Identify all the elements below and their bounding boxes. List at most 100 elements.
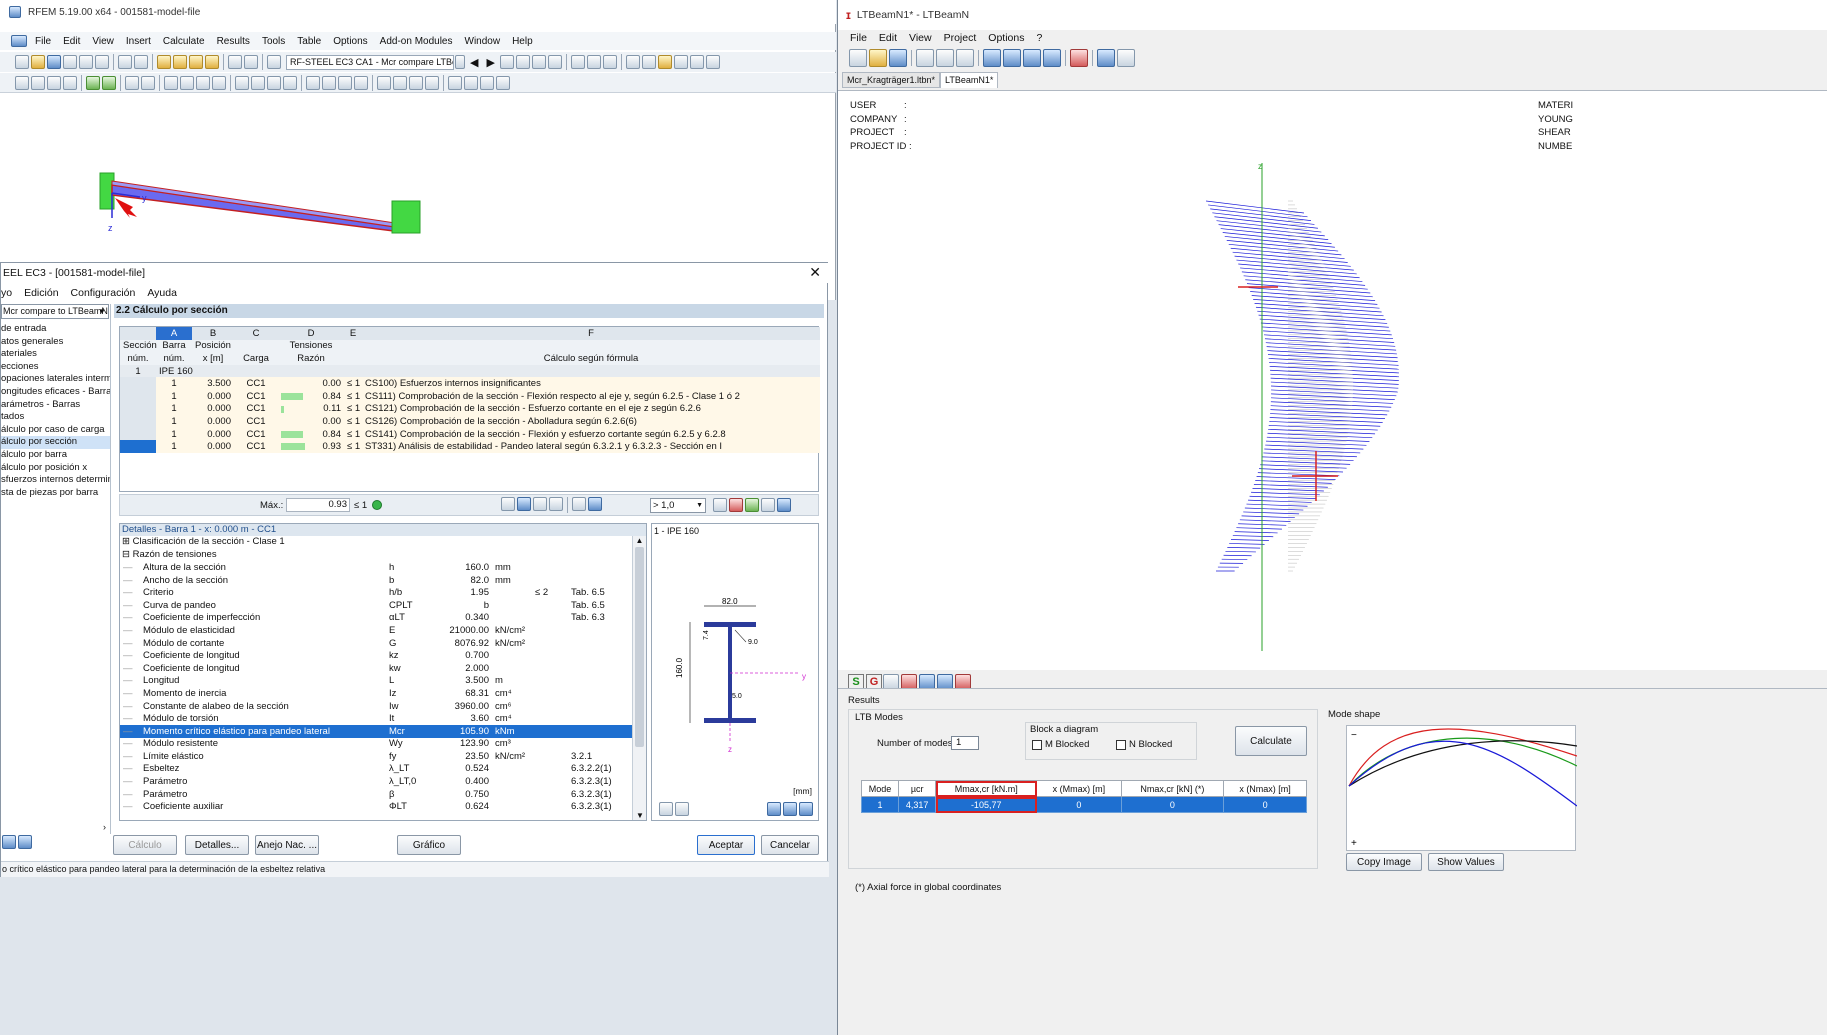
detail-row[interactable]: —Coeficiente auxiliarΦLT0.6246.3.2.3(1) [120, 800, 632, 813]
tab-ltbeamn1[interactable]: LTBeamN1* [940, 72, 998, 88]
dimension-icon[interactable] [783, 802, 797, 816]
detail-row[interactable]: —Coeficiente de longitudkw2.000 [120, 662, 632, 675]
copy-icon[interactable] [95, 55, 109, 69]
excel-icon[interactable] [745, 498, 759, 512]
view-icon-6[interactable] [587, 55, 601, 69]
measure-icon[interactable] [496, 76, 510, 90]
results-icon[interactable] [189, 55, 203, 69]
new-icon[interactable] [15, 55, 29, 69]
table-row[interactable]: 10.000CC10.11≤ 1CS121) Comprobación de l… [120, 403, 820, 416]
ltb-cell[interactable]: 0 [1121, 797, 1224, 813]
prev-icon[interactable]: ◀ [470, 56, 478, 69]
nav-item[interactable]: álculo por caso de carga [1, 424, 110, 437]
view-icon-13[interactable] [706, 55, 720, 69]
solid-icon[interactable] [196, 76, 210, 90]
rfem-menu-edit[interactable]: Edit [63, 36, 80, 47]
filter-icon-1[interactable] [501, 497, 515, 511]
view-icon-5[interactable] [571, 55, 585, 69]
iso-icon[interactable] [425, 76, 439, 90]
grafico-button[interactable]: Gráfico [397, 835, 461, 855]
m-blocked-box[interactable] [1032, 740, 1042, 750]
view-icon-8[interactable] [626, 55, 640, 69]
nav-item[interactable]: ecciones [1, 361, 110, 374]
select-icon[interactable] [761, 498, 775, 512]
search-icon[interactable] [173, 55, 187, 69]
eye-icon[interactable] [777, 498, 791, 512]
ltb-canvas[interactable]: USER : COMPANY : PROJECT : PROJECT ID : … [838, 90, 1827, 670]
ltb-menu-help[interactable]: ? [1036, 32, 1042, 44]
wizard-icon[interactable] [157, 55, 171, 69]
ltb-menu-options[interactable]: Options [988, 32, 1024, 44]
report-icon[interactable] [1117, 49, 1135, 67]
move-icon[interactable] [235, 76, 249, 90]
undo-icon[interactable] [118, 55, 132, 69]
load-case-icon[interactable] [102, 76, 116, 90]
view-icon-12[interactable] [690, 55, 704, 69]
filter-icon-6[interactable] [588, 497, 602, 511]
rfem-menu-insert[interactable]: Insert [126, 36, 151, 47]
line-icon[interactable] [31, 76, 45, 90]
rfem-menu-view[interactable]: View [92, 36, 114, 47]
col-d[interactable]: D [278, 327, 344, 340]
beam-icon[interactable] [983, 49, 1001, 67]
view-x-icon[interactable] [377, 76, 391, 90]
section-view-icon[interactable] [767, 802, 781, 816]
col-f[interactable]: F [362, 327, 820, 340]
ltb-cell[interactable]: 4,317 [899, 797, 936, 813]
detail-row[interactable]: —LongitudL3.500m [120, 675, 632, 688]
table-icon[interactable] [228, 55, 242, 69]
details-button[interactable]: Detalles... [185, 835, 249, 855]
rfem-case-combo[interactable]: RF-STEEL EC3 CA1 - Mcr compare LTBea [286, 55, 454, 70]
nav-item[interactable]: opaciones laterales intermedias [1, 373, 110, 386]
steel-menu-ayuda[interactable]: Ayuda [147, 287, 177, 299]
rfem-menu-file[interactable]: File [35, 36, 51, 47]
new-icon[interactable] [849, 49, 867, 67]
detail-row[interactable]: —Módulo de elasticidadE21000.00kN/cm² [120, 624, 632, 637]
filter-icon-2[interactable] [517, 497, 531, 511]
redo-icon[interactable] [936, 49, 954, 67]
col-a[interactable]: A [156, 327, 192, 340]
row-selector[interactable] [120, 440, 156, 453]
row-selector[interactable] [120, 403, 156, 416]
rfem-menu-window[interactable]: Window [465, 36, 501, 47]
support-icon[interactable] [63, 76, 77, 90]
rfem-menu-tools[interactable]: Tools [262, 36, 285, 47]
ltb-cell[interactable]: -105,77 [936, 797, 1037, 813]
detail-row[interactable]: —Momento de inerciaIz68.31cm⁴ [120, 687, 632, 700]
rotate-icon[interactable] [251, 76, 265, 90]
guide-icon[interactable] [141, 76, 155, 90]
view-z-icon[interactable] [409, 76, 423, 90]
details-group-class[interactable]: ⊞ Clasificación de la sección - Clase 1 [120, 536, 646, 549]
ltb-menu-file[interactable]: File [850, 32, 867, 44]
save-icon[interactable] [889, 49, 907, 67]
opening-icon[interactable] [212, 76, 226, 90]
rfem-doc-icon[interactable] [11, 35, 27, 47]
node-icon[interactable] [164, 76, 178, 90]
tab-kragtrager[interactable]: Mcr_Kragträger1.ltbn* [842, 72, 940, 88]
detail-row[interactable]: —Criterioh/b1.95≤ 2Tab. 6.5 [120, 586, 632, 599]
view-y-icon[interactable] [393, 76, 407, 90]
nav-scroll-right[interactable]: › [103, 822, 106, 832]
m-blocked-checkbox[interactable]: M Blocked [1032, 739, 1089, 750]
filter-icon-5[interactable] [572, 497, 586, 511]
col-c[interactable]: C [234, 327, 278, 340]
view-icon-1[interactable] [500, 55, 514, 69]
detail-row[interactable]: —Parámetroλ_LT,00.4006.3.2.3(1) [120, 775, 632, 788]
details-scrollbar[interactable]: ▲ ▼ [632, 536, 646, 820]
view-icon-10[interactable] [658, 55, 672, 69]
section-icon[interactable] [1003, 49, 1021, 67]
nav-item[interactable]: ateriales [1, 348, 110, 361]
nav-item[interactable]: álculo por posición x [1, 462, 110, 475]
rfem-menu-help[interactable]: Help [512, 36, 533, 47]
detail-row[interactable]: —Curva de pandeoCPLTbTab. 6.5 [120, 599, 632, 612]
close-icon[interactable]: ✕ [809, 264, 821, 281]
mirror-icon[interactable] [267, 76, 281, 90]
nav-item[interactable]: atos generales [1, 336, 110, 349]
row-selector[interactable] [120, 377, 156, 390]
nav-item[interactable]: sfuerzos internos determinantes [1, 474, 110, 487]
cancel-button[interactable]: Cancelar [761, 835, 819, 855]
rfem-menu-results[interactable]: Results [217, 36, 250, 47]
nav-item[interactable]: ongitudes eficaces - Barras [1, 386, 110, 399]
filter-icon-3[interactable] [533, 497, 547, 511]
table-row[interactable]: 10.000CC10.93≤ 1ST331) Análisis de estab… [120, 440, 820, 453]
